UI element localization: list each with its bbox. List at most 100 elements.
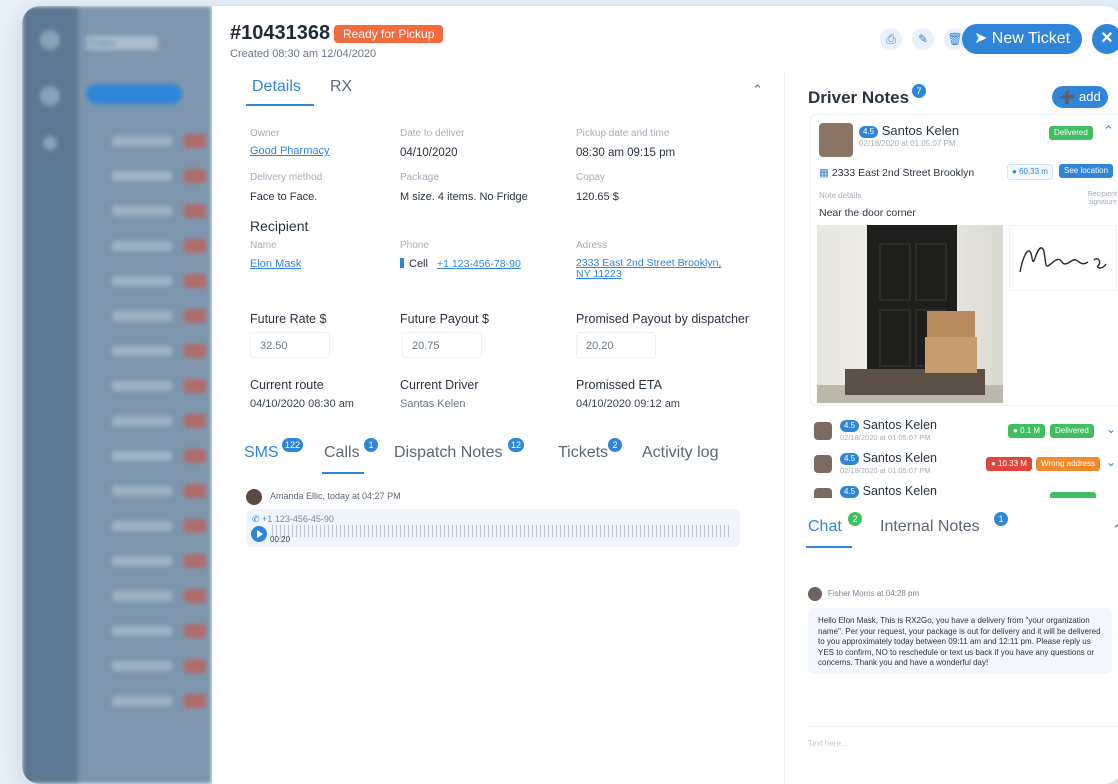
background-sidebar bbox=[22, 6, 78, 784]
photo-door-panel bbox=[915, 243, 947, 301]
audio-waveform[interactable] bbox=[272, 525, 732, 537]
chevron-up-icon[interactable]: ⌃ bbox=[752, 82, 763, 98]
play-icon[interactable] bbox=[251, 526, 267, 542]
delivery-photo[interactable] bbox=[817, 225, 1003, 403]
driver-name: 4.5 Santos Kelen bbox=[859, 123, 959, 138]
photo-package bbox=[925, 337, 977, 373]
dispatch-notes-count-badge: 12 bbox=[508, 438, 525, 452]
tab-calls-label: Calls bbox=[324, 444, 360, 461]
tab-tickets[interactable]: Tickets bbox=[558, 444, 608, 462]
tab-calls[interactable]: Calls bbox=[324, 444, 360, 462]
app-frame: Orders #10431368 Ready for Pickup Create… bbox=[22, 6, 1118, 784]
background-row bbox=[112, 451, 172, 461]
tab-chat[interactable]: Chat bbox=[808, 518, 842, 536]
future-rate-input[interactable]: 32.50 bbox=[250, 332, 330, 358]
driver-note-row[interactable]: 4.5 Santos Kelen 02/18/2020 at 01:05:07 … bbox=[810, 416, 1118, 446]
call-number-text: +1 123-456-45-90 bbox=[262, 514, 334, 524]
note-date: 02/18/2020 at 01:05:07 PM bbox=[859, 139, 956, 148]
sms-count-badge: 122 bbox=[282, 438, 304, 452]
tab-sms[interactable]: SMS bbox=[244, 444, 279, 462]
tab-rx[interactable]: RX bbox=[330, 78, 352, 96]
package-label: Package bbox=[400, 172, 439, 183]
background-row bbox=[112, 556, 172, 566]
new-ticket-label: New Ticket bbox=[991, 30, 1071, 47]
background-row bbox=[112, 381, 172, 391]
wrong-address-badge: Wrong address bbox=[1036, 457, 1101, 471]
edit-icon[interactable]: ✎ bbox=[912, 28, 934, 50]
rating-badge: 4.5 bbox=[840, 486, 860, 498]
driver-note-row[interactable]: 4.5 Santos Kelen bbox=[810, 482, 1118, 498]
driver-name-text: Santos Kelen bbox=[862, 451, 937, 465]
background-row bbox=[112, 696, 172, 706]
driver-note-card: 4.5 Santos Kelen 02/18/2020 at 01:05:07 … bbox=[810, 114, 1118, 406]
tab-details[interactable]: Details bbox=[252, 78, 301, 96]
see-location-button[interactable]: See location bbox=[1059, 164, 1114, 178]
pin-icon: ● bbox=[1013, 426, 1021, 435]
chevron-up-icon[interactable]: ⌃ bbox=[1103, 123, 1114, 139]
note-address-text: 2333 East 2nd Street Brooklyn bbox=[831, 167, 975, 179]
driver-name: 4.5 Santos Kelen bbox=[840, 484, 937, 498]
current-route-value: 04/10/2020 08:30 am bbox=[250, 398, 354, 410]
note-date: 02/18/2020 at 01:05:07 PM bbox=[840, 466, 931, 475]
pin-icon: ● bbox=[1012, 167, 1020, 176]
chat-input[interactable]: Text here... bbox=[808, 726, 1118, 757]
background-row bbox=[112, 276, 172, 286]
owner-link[interactable]: Good Pharmacy bbox=[250, 145, 329, 157]
new-ticket-button[interactable]: ➤ New Ticket bbox=[962, 24, 1082, 54]
promised-payout-input[interactable]: 20.20 bbox=[576, 332, 656, 358]
avatar bbox=[814, 455, 832, 473]
distance-badge: ● 0.1 M bbox=[1008, 424, 1046, 438]
recipient-address-link[interactable]: 2333 East 2nd Street Brooklyn, NY 11223 bbox=[576, 258, 721, 280]
tab-internal-notes[interactable]: Internal Notes bbox=[880, 518, 980, 536]
driver-notes-title: Driver Notes bbox=[808, 88, 910, 107]
avatar bbox=[819, 123, 853, 157]
background-row bbox=[112, 416, 172, 426]
rating-badge: 4.5 bbox=[840, 420, 860, 432]
background-chip bbox=[184, 309, 206, 323]
background-nav-icon bbox=[40, 86, 60, 106]
photo-door-panel bbox=[879, 309, 911, 367]
add-note-label: add bbox=[1079, 89, 1101, 104]
current-driver-label: Current Driver bbox=[400, 378, 479, 392]
future-rate-label: Future Rate $ bbox=[250, 312, 327, 326]
add-note-button[interactable]: ➕ add bbox=[1052, 86, 1108, 108]
background-chip bbox=[184, 554, 206, 568]
close-icon[interactable]: ✕ bbox=[1092, 24, 1118, 54]
recipient-phone-link[interactable]: +1 123-456-78-90 bbox=[437, 258, 521, 270]
signature-image[interactable] bbox=[1009, 225, 1117, 291]
tab-activity-log[interactable]: Activity log bbox=[642, 444, 718, 462]
recipient-phone-row: Cell +1 123-456-78-90 bbox=[400, 258, 521, 270]
status-badge bbox=[1050, 492, 1096, 498]
background-chip bbox=[184, 274, 206, 288]
rating-badge: 4.5 bbox=[859, 126, 879, 138]
background-row bbox=[112, 241, 172, 251]
background-nav-icon bbox=[43, 136, 57, 150]
signature-label: Recipient signature bbox=[1087, 191, 1117, 206]
driver-note-row[interactable]: 4.5 Santos Kelen 02/18/2020 at 01:05:07 … bbox=[810, 449, 1118, 479]
background-row bbox=[112, 591, 172, 601]
eta-label: Promissed ETA bbox=[576, 378, 662, 392]
background-row bbox=[112, 626, 172, 636]
chevron-up-icon[interactable]: ⌃ bbox=[1112, 522, 1118, 538]
copay-value: 120.65 $ bbox=[576, 191, 619, 203]
date-label: Date to deliver bbox=[400, 128, 465, 139]
chat-message: Hello Elon Mask, This is RX2Go, you have… bbox=[808, 608, 1112, 674]
print-icon[interactable]: ⎙ bbox=[880, 28, 902, 50]
background-title: Orders bbox=[86, 36, 158, 50]
background-chip bbox=[184, 694, 206, 708]
distance-text: 10.33 M bbox=[998, 459, 1027, 468]
call-duration: 00:20 bbox=[270, 535, 291, 544]
method-label: Delivery method bbox=[250, 172, 323, 183]
background-chip bbox=[184, 449, 206, 463]
status-badge: Ready for Pickup bbox=[334, 25, 444, 43]
future-payout-input[interactable]: 20.75 bbox=[402, 332, 482, 358]
recipient-name-link[interactable]: Elon Mask bbox=[250, 258, 301, 270]
chevron-down-icon[interactable]: ⌄ bbox=[1106, 422, 1116, 436]
background-row bbox=[112, 171, 172, 181]
tab-dispatch-notes[interactable]: Dispatch Notes bbox=[394, 444, 503, 462]
chevron-down-icon[interactable]: ⌄ bbox=[1106, 455, 1116, 469]
recipient-address-label: Adress bbox=[576, 240, 608, 251]
tab-details-underline bbox=[246, 104, 314, 106]
driver-name-text: Santos Kelen bbox=[862, 484, 937, 498]
pickup-label: Pickup date and time bbox=[576, 128, 670, 139]
